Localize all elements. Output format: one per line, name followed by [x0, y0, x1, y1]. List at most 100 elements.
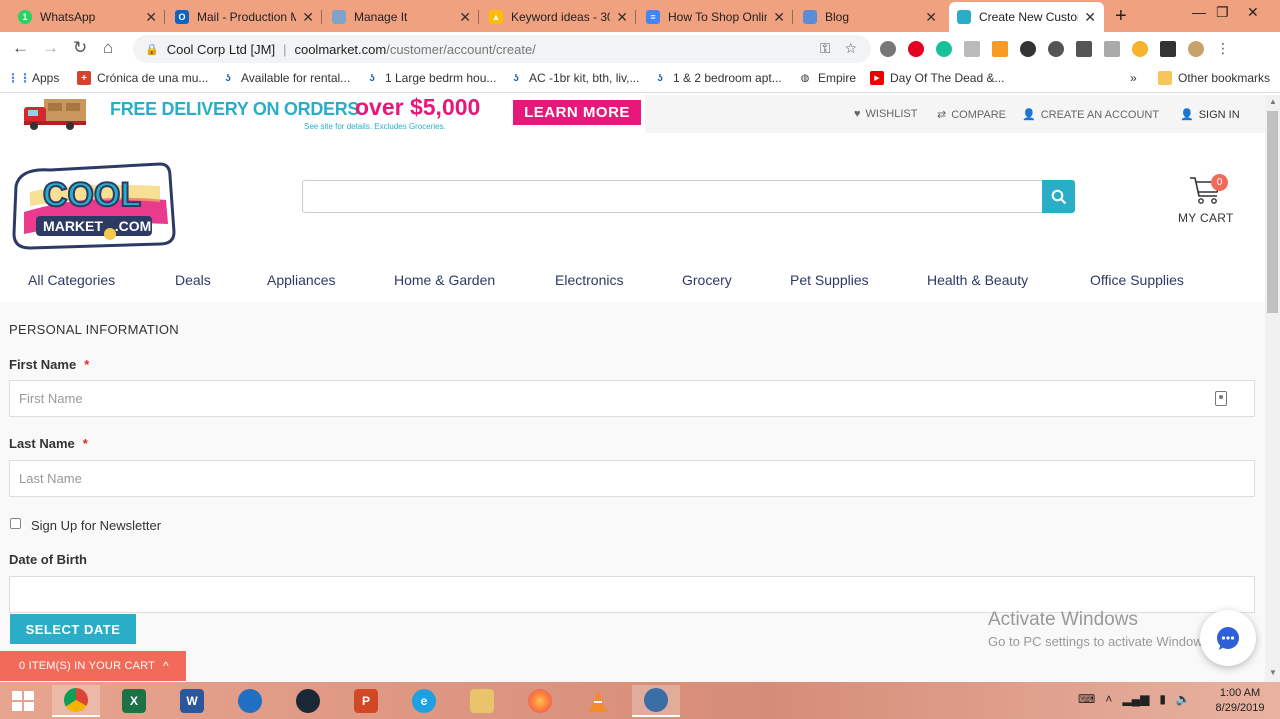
url-host: coolmarket.com — [294, 41, 387, 57]
extension-icon[interactable] — [1160, 41, 1176, 57]
last-name-field[interactable] — [9, 460, 1255, 497]
minicart-toggle[interactable]: 0 ITEM(S) IN YOUR CART ^ — [0, 651, 186, 681]
nav-deals[interactable]: Deals — [175, 272, 211, 288]
reload-icon[interactable]: ↻ — [73, 38, 87, 58]
chrome-menu-icon[interactable]: ⋮ — [1216, 41, 1230, 57]
nav-health-beauty[interactable]: Health & Beauty — [927, 272, 1028, 288]
bookmark-item[interactable]: ʖ 1 & 2 bedroom apt... — [653, 71, 782, 85]
volume-icon[interactable]: 🔈 — [1176, 692, 1191, 706]
tab-whatsapp[interactable]: 1 WhatsApp ✕ — [10, 4, 165, 30]
restore-icon[interactable]: ❐ — [1216, 4, 1229, 21]
battery-icon[interactable]: ▮ — [1159, 692, 1166, 706]
nav-appliances[interactable]: Appliances — [267, 272, 336, 288]
taskbar-thunderbird[interactable] — [226, 685, 274, 717]
extension-icon[interactable] — [964, 41, 980, 57]
taskbar-word[interactable]: W — [168, 685, 216, 717]
taskbar-internet-explorer[interactable]: e — [400, 685, 448, 717]
newsletter-checkbox[interactable] — [10, 518, 21, 529]
sign-in-link[interactable]: 👤 SIGN IN — [1180, 108, 1240, 122]
back-arrow-icon[interactable]: ← — [12, 38, 29, 58]
listing-site-icon: ʖ — [513, 72, 519, 84]
newsletter-label[interactable]: Sign Up for Newsletter — [31, 518, 161, 533]
nav-all-categories[interactable]: All Categories — [28, 272, 115, 288]
nav-pet-supplies[interactable]: Pet Supplies — [790, 272, 869, 288]
taskbar-clock[interactable]: 1:00 AM 8/29/2019 — [1212, 686, 1268, 716]
create-account-link[interactable]: 👤 CREATE AN ACCOUNT — [1022, 108, 1159, 122]
shopping-extension-icon[interactable] — [992, 41, 1008, 57]
page-scrollbar[interactable]: ▲ ▼ — [1265, 95, 1280, 682]
drive-extension-icon[interactable] — [880, 41, 896, 57]
taskbar-file-explorer[interactable] — [458, 685, 506, 717]
facebook-icon[interactable] — [1076, 41, 1092, 57]
windows-start-icon[interactable] — [12, 691, 34, 711]
bookmark-star-icon[interactable]: ☆ — [844, 40, 857, 57]
new-tab-button[interactable]: + — [1115, 5, 1127, 28]
search-input[interactable] — [302, 180, 1044, 213]
taskbar-chrome[interactable] — [52, 685, 100, 717]
bookmark-item[interactable]: ʖ AC -1br kit, bth, liv,... — [509, 71, 639, 85]
extension-icon[interactable] — [1048, 41, 1064, 57]
bookmark-item[interactable]: ʖ Available for rental... — [221, 71, 350, 85]
other-bookmarks[interactable]: Other bookmarks — [1158, 71, 1270, 85]
scroll-thumb[interactable] — [1267, 111, 1278, 313]
tray-overflow-icon[interactable]: ˄ — [1105, 692, 1112, 706]
taskbar-powerpoint[interactable]: P — [342, 685, 390, 717]
forward-arrow-icon[interactable]: → — [42, 38, 59, 58]
close-tab-icon[interactable]: ✕ — [773, 9, 785, 26]
date-of-birth-field[interactable] — [9, 576, 1255, 613]
close-tab-icon[interactable]: ✕ — [459, 9, 471, 26]
extension-icon[interactable] — [1132, 41, 1148, 57]
scroll-down-arrow-icon[interactable]: ▼ — [1269, 668, 1277, 677]
bookmark-item[interactable]: + Crónica de una mu... — [77, 71, 208, 85]
bookmark-item[interactable]: ʖ 1 Large bedrm hou... — [365, 71, 496, 85]
taskbar-vlc[interactable] — [574, 685, 622, 717]
close-tab-icon[interactable]: ✕ — [616, 9, 628, 26]
wishlist-link[interactable]: ♥ WISHLIST — [854, 108, 917, 120]
close-tab-icon[interactable]: ✕ — [145, 9, 157, 26]
promo-banner[interactable]: FREE DELIVERY ON ORDERS over $5,000 See … — [0, 94, 645, 133]
tab-how-to-shop[interactable]: ≡ How To Shop Onlin ✕ — [638, 4, 793, 30]
taskbar-firefox[interactable] — [516, 685, 564, 717]
pinterest-icon[interactable] — [908, 41, 924, 57]
key-icon[interactable]: ⚿ — [820, 40, 831, 57]
download-extension-icon[interactable] — [1020, 41, 1036, 57]
bookmark-item[interactable]: ◍ Empire — [798, 71, 856, 85]
select-date-button[interactable]: SELECT DATE — [10, 614, 136, 644]
learn-more-button[interactable]: LEARN MORE — [513, 100, 641, 125]
tab-keyword-ideas[interactable]: ▲ Keyword ideas - 30 ✕ — [481, 4, 636, 30]
tab-manage-it[interactable]: Manage It ✕ — [324, 4, 479, 30]
taskbar-network-app[interactable] — [632, 685, 680, 717]
tab-create-account[interactable]: Create New Custon ✕ — [949, 2, 1104, 32]
bookmarks-overflow[interactable]: » — [1130, 71, 1137, 85]
extension-icon[interactable] — [1104, 41, 1120, 57]
close-tab-icon[interactable]: ✕ — [1084, 9, 1096, 26]
scroll-up-arrow-icon[interactable]: ▲ — [1269, 97, 1277, 106]
compare-link[interactable]: ⇄ COMPARE — [937, 108, 1006, 122]
my-cart-label[interactable]: MY CART — [1178, 211, 1234, 225]
signal-icon[interactable]: ▂▄▆ — [1122, 692, 1149, 706]
close-tab-icon[interactable]: ✕ — [302, 9, 314, 26]
grammarly-icon[interactable] — [936, 41, 952, 57]
first-name-field[interactable] — [9, 380, 1255, 417]
taskbar-excel[interactable]: X — [110, 685, 158, 717]
address-bar[interactable]: 🔒 Cool Corp Ltd [JM] | coolmarket.com/cu… — [133, 35, 871, 63]
contact-card-icon[interactable] — [1215, 391, 1227, 406]
profile-avatar[interactable] — [1188, 41, 1204, 57]
nav-home-garden[interactable]: Home & Garden — [394, 272, 495, 288]
close-window-icon[interactable]: ✕ — [1247, 4, 1259, 21]
bookmark-apps[interactable]: ⋮⋮ Apps — [7, 71, 59, 85]
search-button[interactable] — [1042, 180, 1075, 213]
nav-electronics[interactable]: Electronics — [555, 272, 623, 288]
minimize-icon[interactable]: — — [1192, 4, 1206, 20]
home-icon[interactable]: ⌂ — [103, 38, 113, 58]
close-tab-icon[interactable]: ✕ — [925, 9, 937, 26]
coolmarket-logo[interactable]: COOL MARKET .COM TM — [10, 162, 176, 250]
nav-grocery[interactable]: Grocery — [682, 272, 732, 288]
nav-office-supplies[interactable]: Office Supplies — [1090, 272, 1184, 288]
live-chat-button[interactable] — [1200, 610, 1256, 666]
bookmark-item[interactable]: ▶ Day Of The Dead &... — [870, 71, 1005, 85]
keyboard-icon[interactable]: ⌨ — [1078, 692, 1095, 706]
tab-blog[interactable]: Blog ✕ — [795, 4, 945, 30]
tab-mail[interactable]: O Mail - Production M ✕ — [167, 4, 322, 30]
taskbar-steam[interactable] — [284, 685, 332, 717]
